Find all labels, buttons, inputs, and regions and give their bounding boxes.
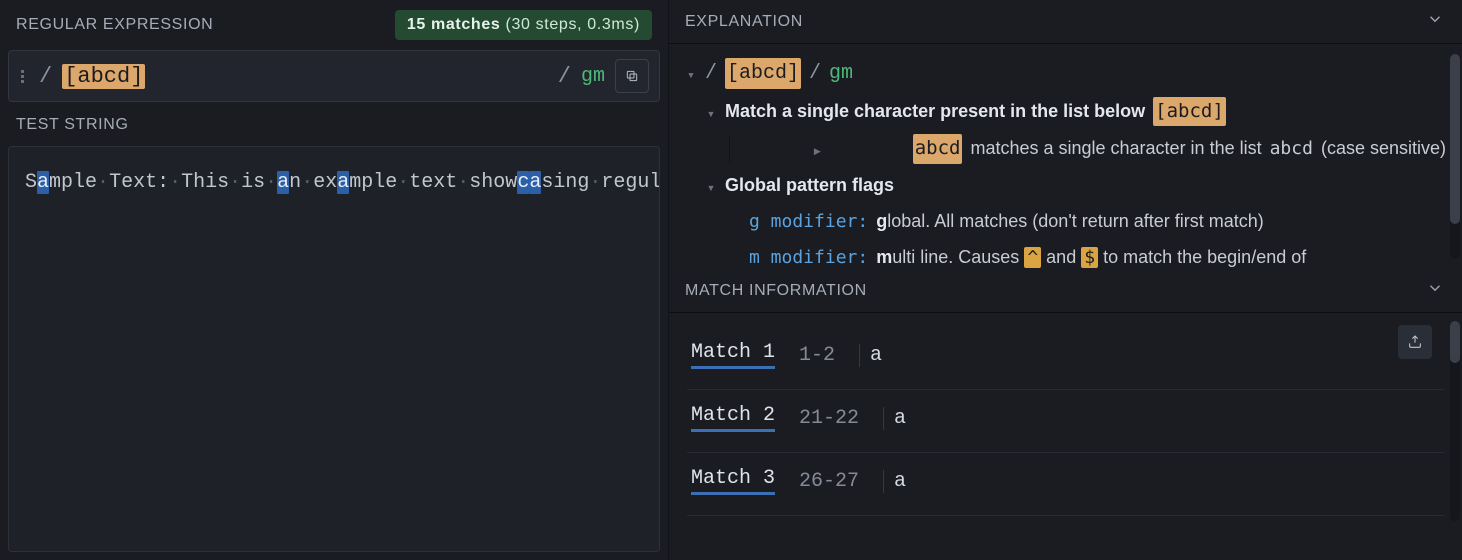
explanation-root: / [abcd] / gm	[685, 58, 1446, 89]
export-matches-button[interactable]	[1398, 325, 1432, 359]
whitespace-dot: ·	[397, 171, 409, 194]
match-range: 26-27	[799, 470, 859, 493]
explanation-panel-header[interactable]: EXPLANATION	[669, 0, 1462, 44]
whitespace-dot: ·	[229, 171, 241, 194]
explain-m-mod-line: m modifier: multi line. Causes ^ and $ t…	[685, 244, 1446, 269]
tree-toggle-icon[interactable]	[705, 172, 717, 200]
match-text: a	[859, 344, 882, 367]
explain-abcd-desc-pre: matches a single character in the list	[970, 135, 1261, 163]
regex-open-delimiter-explain: /	[705, 58, 717, 89]
whitespace-dot: ·	[265, 171, 277, 194]
tree-toggle-icon[interactable]	[729, 135, 905, 163]
match-label: Match 1	[691, 341, 775, 369]
caret-token: ^	[1024, 247, 1041, 268]
regex-pattern-input[interactable]: [abcd]	[62, 64, 548, 89]
match-text: a	[883, 407, 906, 430]
matchinfo-header-label: MATCH INFORMATION	[685, 282, 867, 300]
app-root: REGULAR EXPRESSION 15 matches (30 steps,…	[0, 0, 1462, 560]
chevron-down-icon[interactable]	[1426, 279, 1444, 302]
explain-globalflags-line: Global pattern flags	[685, 172, 1446, 200]
match-count-badge: 15 matches (30 steps, 0.3ms)	[395, 10, 652, 40]
explain-abcd-desc-post: (case sensitive)	[1321, 135, 1446, 163]
m-modifier-label: m modifier:	[749, 244, 868, 269]
g-modifier-label: g modifier:	[749, 208, 868, 236]
regex-close-delimiter: /	[558, 64, 571, 89]
teststring-input[interactable]: Sample·Text:·This·is·an·example·text·sho…	[8, 146, 660, 552]
left-column: REGULAR EXPRESSION 15 matches (30 steps,…	[0, 0, 668, 560]
regex-header-label: REGULAR EXPRESSION	[16, 16, 213, 34]
match-range: 21-22	[799, 407, 859, 430]
explain-abcd-list: abcd	[1270, 135, 1313, 163]
g-modifier-desc: lobal. All matches (don't return after f…	[887, 211, 1264, 231]
match-range: 1-2	[799, 344, 835, 367]
explanation-panel-body: / [abcd] / gm Match a single character p…	[669, 44, 1462, 269]
match-highlight: c	[517, 171, 529, 194]
explain-charclass-title: Match a single character present in the …	[725, 98, 1145, 126]
match-count-detail: (30 steps, 0.3ms)	[506, 16, 640, 33]
match-highlight: a	[37, 171, 49, 194]
match-highlight: a	[529, 171, 541, 194]
explain-charclass-line: Match a single character present in the …	[685, 97, 1446, 126]
match-highlight: a	[277, 171, 289, 194]
matchinfo-panel-header[interactable]: MATCH INFORMATION	[669, 269, 1462, 313]
whitespace-dot: ·	[169, 171, 181, 194]
whitespace-dot: ·	[457, 171, 469, 194]
regex-input-row: / [abcd] / gm	[8, 50, 660, 102]
matchinfo-panel-body: Match 1 1-2 a Match 2 21-22 a Match 3 26-27 a	[669, 313, 1462, 560]
tree-toggle-icon[interactable]	[685, 58, 697, 89]
chevron-down-icon[interactable]	[1426, 10, 1444, 33]
match-count-number: 15 matches	[407, 16, 501, 33]
tree-toggle-icon[interactable]	[705, 98, 717, 126]
export-icon	[1407, 334, 1423, 350]
drag-handle-icon[interactable]	[15, 70, 29, 83]
teststring-header-label: TEST STRING	[16, 116, 129, 134]
copy-regex-button[interactable]	[615, 59, 649, 93]
m-modifier-desc-pre: ulti line. Causes	[892, 247, 1024, 267]
explanation-header-label: EXPLANATION	[685, 13, 803, 31]
explain-globalflags-title: Global pattern flags	[725, 172, 894, 200]
explain-root-flags: gm	[829, 58, 853, 89]
explain-abcd-line: abcd matches a single character in the l…	[685, 134, 1446, 163]
explain-g-mod-line: g modifier: global. All matches (don't r…	[685, 208, 1446, 236]
regex-open-delimiter: /	[39, 64, 52, 89]
explain-charclass-token: [abcd]	[1153, 97, 1226, 126]
right-column: EXPLANATION / [abcd] / gm Match a single…	[668, 0, 1462, 560]
match-highlight: a	[337, 171, 349, 194]
whitespace-dot: ·	[97, 171, 109, 194]
whitespace-dot: ·	[589, 171, 601, 194]
whitespace-dot: ·	[301, 171, 313, 194]
regex-flags[interactable]: gm	[581, 65, 605, 88]
regex-close-delimiter-explain: /	[809, 58, 821, 89]
match-text: a	[883, 470, 906, 493]
explain-root-pattern: [abcd]	[725, 58, 801, 89]
teststring-section-header: TEST STRING	[8, 112, 660, 138]
explain-abcd-token: abcd	[913, 134, 963, 163]
m-mod-and: and	[1046, 247, 1076, 267]
match-row[interactable]: Match 1 1-2 a	[687, 327, 1444, 390]
scrollbar-thumb[interactable]	[1450, 54, 1460, 224]
regex-section-header: REGULAR EXPRESSION 15 matches (30 steps,…	[8, 6, 660, 44]
scrollbar-thumb[interactable]	[1450, 321, 1460, 363]
match-label: Match 3	[691, 467, 775, 495]
copy-icon	[624, 68, 640, 84]
m-modifier-desc-post: to match the begin/end of	[1103, 247, 1306, 267]
match-label: Match 2	[691, 404, 775, 432]
regex-token-charclass: [abcd]	[62, 64, 145, 89]
match-row[interactable]: Match 2 21-22 a	[687, 390, 1444, 453]
match-row[interactable]: Match 3 26-27 a	[687, 453, 1444, 516]
dollar-token: $	[1081, 247, 1098, 268]
